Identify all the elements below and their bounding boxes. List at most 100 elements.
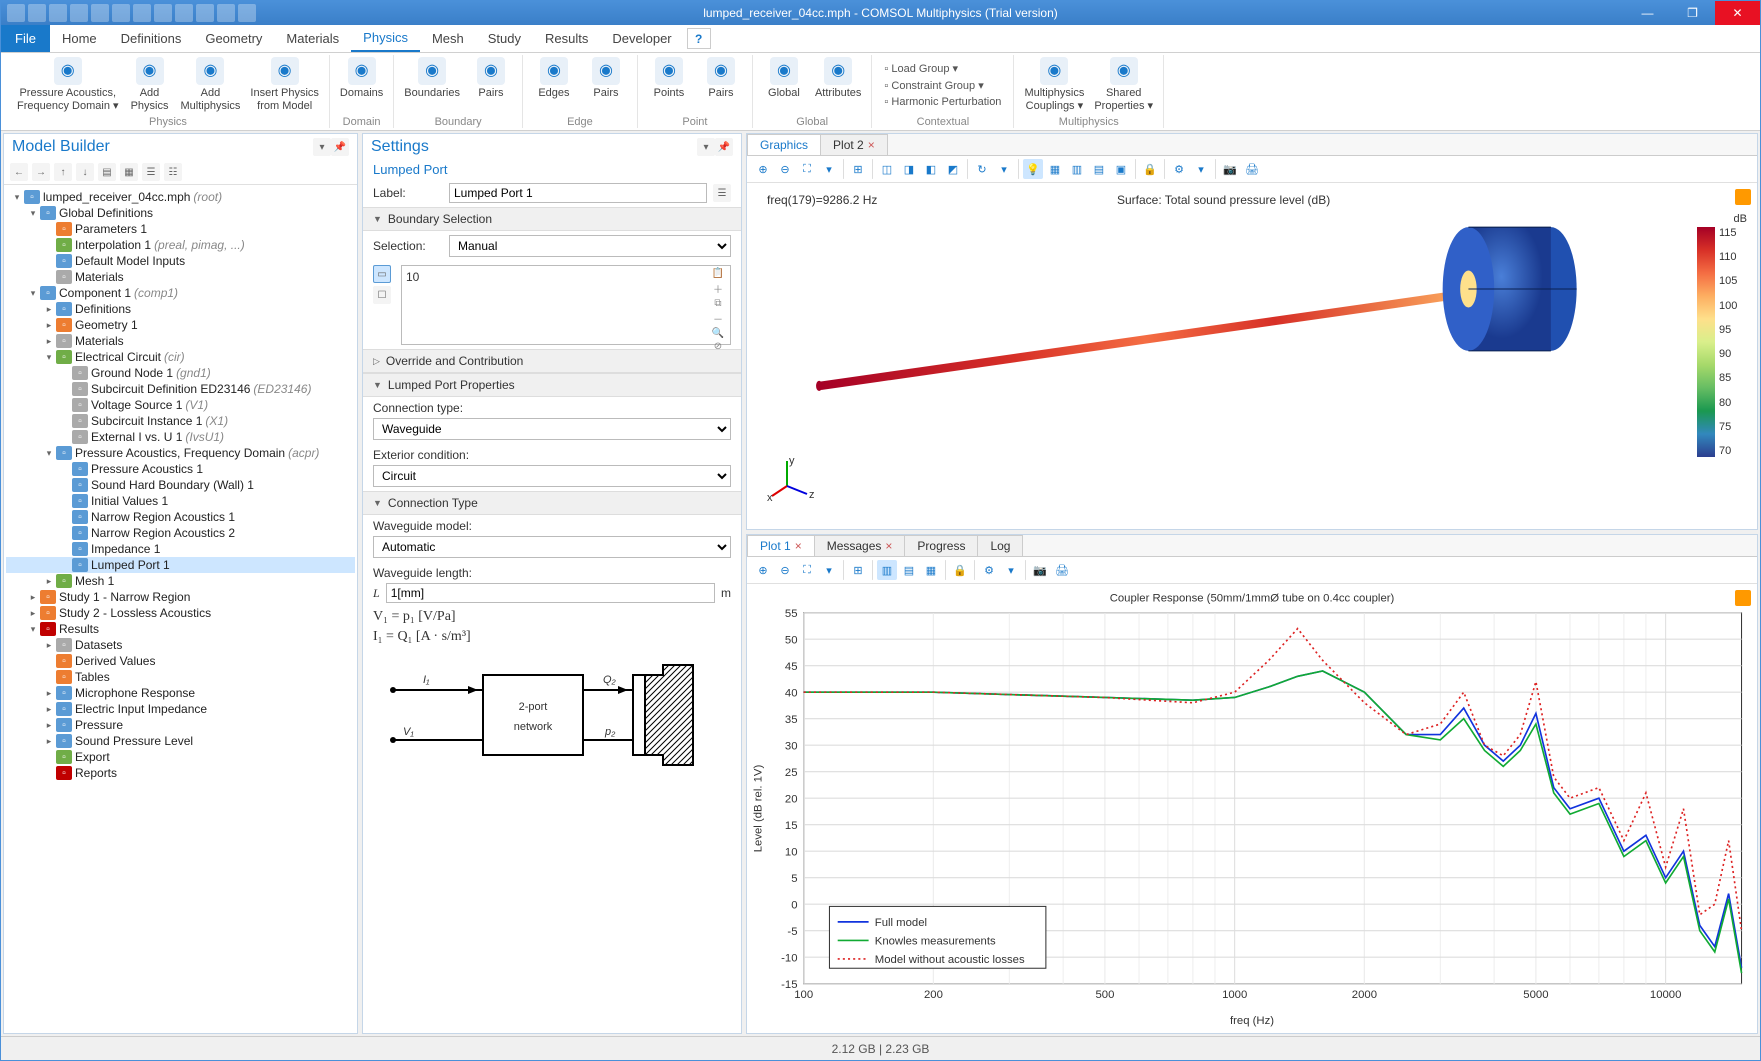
sel-copy-icon[interactable]: ⧉ (709, 298, 727, 309)
maximize-button[interactable]: ❐ (1670, 1, 1715, 25)
show-icon[interactable]: ☰ (142, 163, 160, 181)
tree-node[interactable]: ▫Tables (6, 669, 355, 685)
view-xy-icon[interactable]: ⊞ (848, 159, 868, 179)
qa-copy-icon[interactable] (112, 4, 130, 22)
sel-clear-icon[interactable]: ⊘ (709, 341, 727, 352)
wireframe-icon[interactable]: ▥ (1067, 159, 1087, 179)
tree-node[interactable]: ▫Interpolation 1(preal, pimag, ...) (6, 237, 355, 253)
sel-dom-icon[interactable]: ◫ (877, 159, 897, 179)
sel-edge-icon[interactable]: ◧ (921, 159, 941, 179)
collapse-icon[interactable]: ▤ (98, 163, 116, 181)
plot-settings-icon[interactable] (1735, 590, 1751, 606)
tree-node[interactable]: ▾▫Results (6, 621, 355, 637)
tree-node[interactable]: ▫External I vs. U 1(IvsU1) (6, 429, 355, 445)
tree-node[interactable]: ▫Export (6, 749, 355, 765)
wg-len-input[interactable] (386, 583, 715, 603)
close-icon[interactable]: × (868, 138, 875, 152)
legend1-icon[interactable]: ▥ (877, 560, 897, 580)
qa-cut-icon[interactable] (154, 4, 172, 22)
tab-plot2[interactable]: Plot 2× (820, 134, 888, 155)
qa-delete-icon[interactable] (175, 4, 193, 22)
ribbon-harmonic-perturbation[interactable]: ▫ Harmonic Perturbation (880, 95, 1005, 109)
zoom-ext-icon[interactable]: ⛶ (797, 560, 817, 580)
zoom-dd-icon[interactable]: ▾ (819, 560, 839, 580)
menu-results[interactable]: Results (533, 25, 600, 52)
tree-node[interactable]: ▸▫Geometry 1 (6, 317, 355, 333)
legend3-icon[interactable]: ▦ (921, 560, 941, 580)
qa-save-icon[interactable] (49, 4, 67, 22)
ext-cond-select[interactable]: Circuit (373, 465, 731, 487)
ribbon-domains[interactable]: ◉Domains (338, 55, 385, 115)
plot-canvas[interactable]: Coupler Response (50mm/1mmØ tube on 0.4c… (747, 584, 1757, 1033)
label-input[interactable] (449, 183, 707, 203)
tree-node[interactable]: ▾▫Pressure Acoustics, Frequency Domain(a… (6, 445, 355, 461)
tree-node[interactable]: ▫Impedance 1 (6, 541, 355, 557)
zoom-ext-icon[interactable]: ⛶ (797, 159, 817, 179)
tree-node[interactable]: ▫Ground Node 1(gnd1) (6, 365, 355, 381)
zoom-out-icon[interactable]: ⊖ (775, 159, 795, 179)
tab-progress[interactable]: Progress (904, 535, 978, 556)
tab-plot1[interactable]: Plot 1× (747, 535, 815, 556)
sel-add-icon[interactable]: ＋ (709, 281, 727, 296)
graphics-canvas[interactable]: freq(179)=9286.2 Hz Surface: Total sound… (747, 183, 1757, 529)
section-conntype[interactable]: ▼Connection Type (363, 491, 741, 515)
legend2-icon[interactable]: ▤ (899, 560, 919, 580)
ribbon-pairs[interactable]: ◉Pairs (698, 55, 744, 115)
ribbon-insert-physics[interactable]: ◉Insert Physicsfrom Model (248, 55, 320, 115)
qa-more-icon[interactable] (238, 4, 256, 22)
camera-icon[interactable]: 📷 (1220, 159, 1240, 179)
menu-home[interactable]: Home (50, 25, 109, 52)
axes-icon[interactable]: ▣ (1111, 159, 1131, 179)
tree-node[interactable]: ▫Voltage Source 1(V1) (6, 397, 355, 413)
selection-list[interactable]: 10 (402, 266, 706, 344)
tree-node[interactable]: ▫Parameters 1 (6, 221, 355, 237)
gear-dd-icon[interactable]: ▾ (1191, 159, 1211, 179)
lock-icon[interactable]: 🔒 (950, 560, 970, 580)
section-boundary[interactable]: ▼Boundary Selection (363, 207, 741, 231)
sel-remove-icon[interactable]: － (709, 311, 727, 326)
sel-bnd-icon[interactable]: ◨ (899, 159, 919, 179)
print-icon[interactable]: 🖨 (1052, 560, 1072, 580)
menu-physics[interactable]: Physics (351, 25, 420, 52)
menu-study[interactable]: Study (476, 25, 533, 52)
camera-icon[interactable]: 📷 (1030, 560, 1050, 580)
grid-icon[interactable]: ▤ (1089, 159, 1109, 179)
label-edit-icon[interactable]: ☰ (713, 184, 731, 202)
ribbon-constraint-group-[interactable]: ▫ Constraint Group ▾ (880, 78, 1005, 93)
ribbon-edges[interactable]: ◉Edges (531, 55, 577, 115)
fwd-icon[interactable]: → (32, 163, 50, 181)
reset-dd-icon[interactable]: ▾ (994, 159, 1014, 179)
tree-node[interactable]: ▸▫Pressure (6, 717, 355, 733)
tree-node[interactable]: ▸▫Definitions (6, 301, 355, 317)
tree-node[interactable]: ▾▫Electrical Circuit(cir) (6, 349, 355, 365)
active-sel-icon[interactable]: ▭ (373, 265, 391, 283)
scene-light-icon[interactable]: 💡 (1023, 159, 1043, 179)
tab-log[interactable]: Log (977, 535, 1023, 556)
tree-node[interactable]: ▫Sound Hard Boundary (Wall) 1 (6, 477, 355, 493)
print-icon[interactable]: 🖨 (1242, 159, 1262, 179)
tree-node[interactable]: ▸▫Mesh 1 (6, 573, 355, 589)
panel-menu-icon[interactable]: ▾ (313, 138, 331, 156)
ribbon-global[interactable]: ◉Global (761, 55, 807, 115)
menu-mesh[interactable]: Mesh (420, 25, 476, 52)
settings-menu-icon[interactable]: ▾ (697, 138, 715, 156)
reset-icon[interactable]: ↻ (972, 159, 992, 179)
tree-node[interactable]: ▫Reports (6, 765, 355, 781)
tree-node[interactable]: ▾▫Component 1(comp1) (6, 285, 355, 301)
ribbon-add[interactable]: ◉AddPhysics (127, 55, 173, 115)
sel-paste-icon[interactable]: 📋 (709, 268, 727, 279)
ribbon-multiphysics[interactable]: ◉MultiphysicsCouplings ▾ (1022, 55, 1086, 115)
tree-node[interactable]: ▫Narrow Region Acoustics 2 (6, 525, 355, 541)
qa-redo-icon[interactable] (91, 4, 109, 22)
plot-settings-icon[interactable] (1735, 189, 1751, 205)
sel-zoom-icon[interactable]: 🔍 (709, 328, 727, 339)
section-props[interactable]: ▼Lumped Port Properties (363, 373, 741, 397)
ribbon-attributes[interactable]: ◉Attributes (813, 55, 863, 115)
section-override[interactable]: ▷Override and Contribution (363, 349, 741, 373)
tree-node[interactable]: ▸▫Study 2 - Lossless Acoustics (6, 605, 355, 621)
menu-file[interactable]: File (1, 25, 50, 52)
close-icon[interactable]: × (795, 539, 802, 553)
filter-icon[interactable]: ☷ (164, 163, 182, 181)
qa-new-icon[interactable] (7, 4, 25, 22)
settings-pin-icon[interactable]: 📌 (715, 138, 733, 156)
